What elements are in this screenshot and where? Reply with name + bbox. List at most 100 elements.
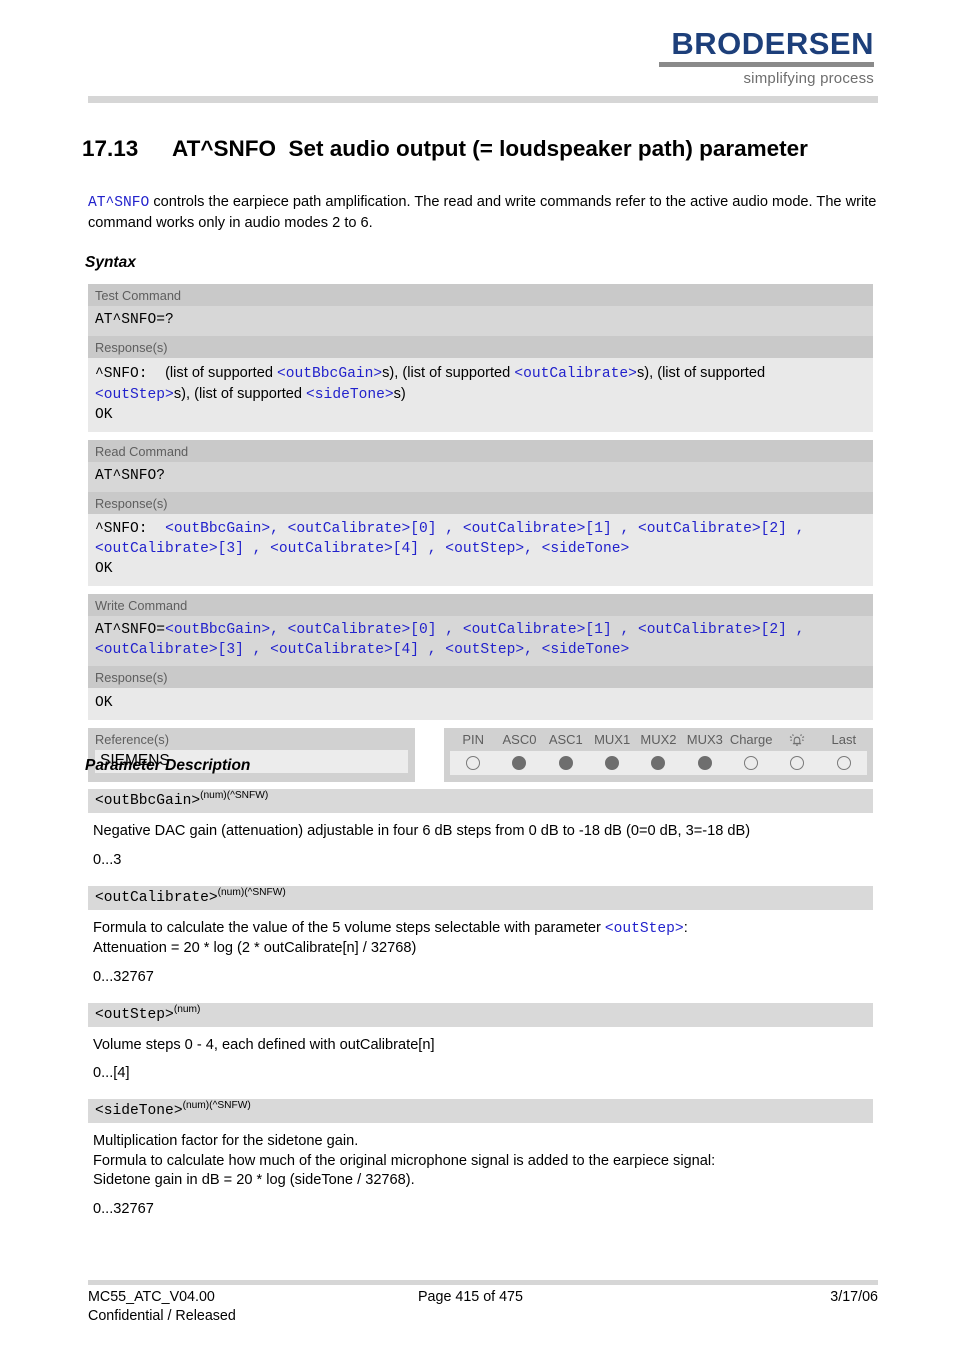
- pin-cell-mux2: [635, 756, 681, 771]
- pin-column-charge: Charge: [729, 732, 773, 747]
- parameter-name: <outBbcGain>: [95, 793, 201, 809]
- test-resp-t1: (list of supported: [165, 365, 278, 381]
- read-command-value: AT^SNFO?: [88, 462, 873, 492]
- write-command-value: AT^SNFO=<outBbcGain>, <outCalibrate>[0] …: [88, 616, 873, 666]
- write-command-label: Write Command: [88, 594, 873, 616]
- syntax-section-heading: Syntax: [85, 254, 136, 271]
- test-response-label: Response(s): [88, 336, 873, 358]
- pin-column-last: Last: [831, 732, 857, 747]
- parameter-superscript: (num)(^SNFW): [217, 886, 286, 898]
- test-resp-t4: s), (list of supported: [173, 386, 307, 402]
- parameter-outcalibrate: <outCalibrate>(num)(^SNFW) Formula to ca…: [88, 885, 873, 985]
- test-resp-ok: OK: [95, 407, 113, 423]
- read-command-text: AT^SNFO?: [95, 468, 166, 484]
- logo-tagline: simplifying process: [743, 70, 874, 87]
- parameter-superscript: (num)(^SNFW): [200, 790, 269, 802]
- test-resp-t3: s), (list of supported: [636, 365, 766, 381]
- test-command-block: Test Command AT^SNFO=? Response(s) ^SNFO…: [88, 284, 873, 432]
- read-resp-prefix: ^SNFO:: [95, 521, 148, 537]
- write-response-value: OK: [88, 688, 873, 720]
- header-divider-rule: [88, 96, 878, 103]
- footer-page-number: Page 415 of 475: [418, 1289, 523, 1305]
- reference-label: Reference(s): [95, 732, 169, 747]
- test-command-value: AT^SNFO=?: [88, 306, 873, 336]
- read-command-block: Read Command AT^SNFO? Response(s) ^SNFO:…: [88, 440, 873, 586]
- test-resp-p2: <outCalibrate>: [514, 366, 637, 382]
- pin-cell-asc0: [496, 756, 542, 771]
- parameter-sidetone: <sideTone>(num)(^SNFW) Multiplication fa…: [88, 1099, 873, 1217]
- state-dot-filled: [697, 756, 712, 771]
- read-resp-line-1: <outBbcGain>, <outCalibrate>[0] , <outCa…: [165, 521, 805, 537]
- pin-column-mux2: MUX2: [640, 732, 677, 747]
- parameter-body-post: :: [683, 919, 688, 936]
- test-response-value: ^SNFO: (list of supported <outBbcGain>s)…: [88, 358, 873, 432]
- pin-column-mux1: MUX1: [594, 732, 631, 747]
- parameter-range: 0...32767: [93, 1200, 154, 1217]
- write-command-prefix: AT^SNFO=: [95, 622, 166, 638]
- parameter-description-heading: Parameter Description: [85, 757, 251, 774]
- test-resp-prefix: ^SNFO:: [95, 366, 148, 382]
- pin-column-asc1: ASC1: [548, 732, 583, 747]
- state-dot-filled: [651, 756, 666, 771]
- read-resp-line-2: <outCalibrate>[3] , <outCalibrate>[4] , …: [95, 541, 630, 557]
- state-dot-empty: [790, 756, 805, 771]
- syntax-table: Test Command AT^SNFO=? Response(s) ^SNFO…: [88, 284, 873, 783]
- parameter-range: 0...3: [93, 851, 122, 868]
- write-response-label: Response(s): [88, 666, 873, 688]
- alarm-bell-icon: [774, 732, 820, 748]
- pin-table-header-row: PIN ASC0 ASC1 MUX1 MUX2 MUX3 Charge Last: [450, 732, 867, 751]
- read-response-value: ^SNFO: <outBbcGain>, <outCalibrate>[0] ,…: [88, 514, 873, 586]
- pin-cell-asc1: [543, 756, 589, 771]
- parameter-body-pre: Formula to calculate the value of the 5 …: [93, 919, 605, 936]
- parameter-body: Formula to calculate the value of the 5 …: [88, 910, 873, 959]
- parameter-body-line-1: Multiplication factor for the sidetone g…: [93, 1133, 359, 1149]
- logo-divider-bar: [659, 62, 874, 67]
- intro-command-code: AT^SNFO: [88, 195, 150, 211]
- parameter-range: 0...[4]: [93, 1065, 130, 1081]
- parameter-body-line-2: Formula to calculate how much of the ori…: [93, 1152, 716, 1169]
- parameter-superscript: (num): [173, 1003, 201, 1015]
- read-response-label: Response(s): [88, 492, 873, 514]
- title-text: Set audio output (= loudspeaker path) pa…: [288, 136, 808, 161]
- test-command-text: AT^SNFO=?: [95, 312, 174, 328]
- page-title: 17.13 AT^SNFO Set audio output (= loudspe…: [82, 136, 882, 162]
- test-command-label: Test Command: [88, 284, 873, 306]
- pin-column-mux3: MUX3: [686, 732, 723, 747]
- pin-column-pin: PIN: [462, 732, 484, 747]
- write-command-block: Write Command AT^SNFO=<outBbcGain>, <out…: [88, 594, 873, 720]
- parameter-outbbcgain: <outBbcGain>(num)(^SNFW) Negative DAC ga…: [88, 789, 873, 868]
- test-resp-t5: s): [393, 386, 406, 402]
- write-resp-ok: OK: [95, 695, 113, 711]
- footer-date: 3/17/06: [830, 1289, 878, 1305]
- pin-table-state-row: [450, 751, 867, 776]
- footer-divider-rule: [88, 1280, 878, 1285]
- pin-capability-table: PIN ASC0 ASC1 MUX1 MUX2 MUX3 Charge Last: [444, 728, 873, 783]
- page-footer: MC55_ATC_V04.00 Page 415 of 475 3/17/06 …: [88, 1288, 878, 1326]
- write-command-line-1: <outBbcGain>, <outCalibrate>[0] , <outCa…: [165, 622, 805, 638]
- pin-cell-last: [821, 756, 867, 771]
- parameter-header: <outStep>(num): [88, 1002, 873, 1027]
- state-dot-empty: [836, 756, 851, 771]
- state-dot-filled: [605, 756, 620, 771]
- parameter-body: Multiplication factor for the sidetone g…: [88, 1123, 873, 1191]
- parameter-body: Volume steps 0 - 4, each defined with ou…: [93, 1036, 435, 1053]
- footer-top-row: MC55_ATC_V04.00 Page 415 of 475 3/17/06: [88, 1288, 878, 1307]
- pin-cell-alarm: [774, 756, 820, 771]
- parameter-outstep: <outStep>(num) Volume steps 0 - 4, each …: [88, 1002, 873, 1081]
- state-dot-empty: [466, 756, 481, 771]
- read-command-label: Read Command: [88, 440, 873, 462]
- chapter-number: 17.13: [82, 136, 139, 161]
- parameter-header: <outCalibrate>(num)(^SNFW): [88, 885, 873, 910]
- pin-cell-mux3: [682, 756, 728, 771]
- test-resp-t2: s), (list of supported: [382, 365, 515, 381]
- pin-cell-mux1: [589, 756, 635, 771]
- parameter-body-code: <outStep>: [604, 920, 684, 937]
- test-resp-p3: <outStep>: [95, 387, 174, 403]
- parameter-superscript: (num)(^SNFW): [182, 1100, 251, 1112]
- parameter-header: <sideTone>(num)(^SNFW): [88, 1099, 873, 1123]
- test-resp-p1: <outBbcGain>: [277, 366, 383, 382]
- parameter-description-list: <outBbcGain>(num)(^SNFW) Negative DAC ga…: [88, 789, 873, 1235]
- parameter-header: <outBbcGain>(num)(^SNFW): [88, 789, 873, 813]
- write-command-line-2: <outCalibrate>[3] , <outCalibrate>[4] , …: [95, 642, 630, 658]
- state-dot-empty: [744, 756, 759, 771]
